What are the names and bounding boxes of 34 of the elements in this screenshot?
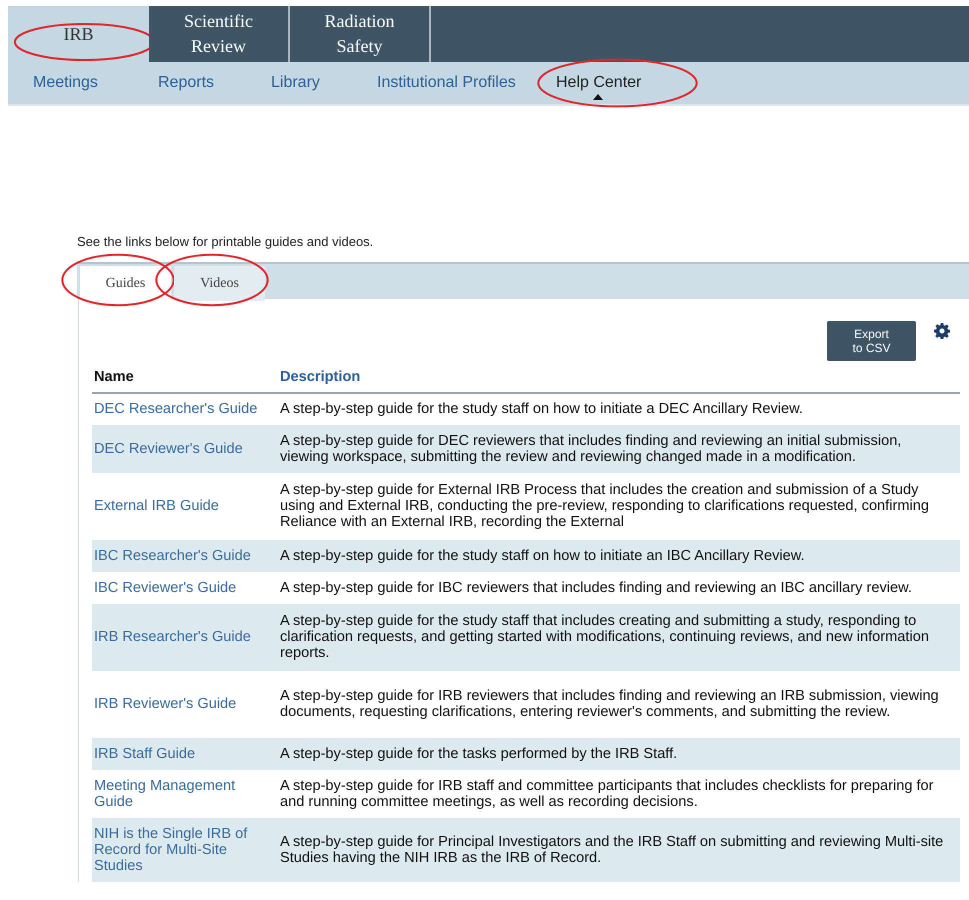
description-cell: A step-by-step guide for the tasks performed by the IRB Staff. (280, 738, 960, 770)
export-button[interactable]: Export to CSV (827, 320, 916, 360)
description-cell: A step-by-step guide for Principal Investigators and the IRB Staff on submitting and reviewing Multi-site Studies having the NIH IRB as the IRB of Record. (280, 818, 960, 882)
nav-link[interactable]: Meetings (33, 71, 98, 95)
description-cell: A step-by-step guide for the study staff on how to initiate an IBC Ancillary Review. (280, 540, 960, 572)
guide-link[interactable]: IBC Reviewer's Guide (92, 572, 280, 604)
guide-link[interactable]: IRB Staff Guide (92, 738, 280, 770)
module-tab[interactable]: Scientific Review (149, 6, 290, 62)
description-cell: A step-by-step guide for External IRB Process that includes the creation and submission of a Study using and External IRB, conducting the pre-review, responding to clarifications requested, confirming Reliance with an External IRB, recording the External (280, 472, 960, 540)
current-page-indicator (593, 94, 603, 100)
description-cell: A step-by-step guide for IRB reviewers that includes finding and reviewing an IRB submission, viewing documents, requesting clarifications, entering reviewer's comments, and submitting the review. (280, 670, 960, 738)
nav-link[interactable]: Library (271, 71, 320, 95)
description-cell: A step-by-step guide for the study staff that includes creating and submitting a study, responding to clarification requests, and getting started with modifications, continuing reviews, and new information reports. (280, 604, 960, 670)
description-cell: A step-by-step guide for IBC reviewers that includes finding and reviewing an IBC ancillary review. (280, 572, 960, 604)
guide-link[interactable]: NIH is the Single IRB of Record for Multi-Site Studies (92, 818, 280, 882)
description-cell: A step-by-step guide for the study staff on how to initiate a DEC Ancillary Review. (280, 392, 960, 424)
guide-link[interactable]: Meeting Management Guide (92, 770, 280, 818)
description-cell: A step-by-step guide for IRB staff and committee participants that includes checklists for preparing for and running committee meetings, as well as recording decisions. (280, 770, 960, 818)
column-header[interactable]: Description (280, 360, 960, 392)
nav-link[interactable]: Institutional Profiles (377, 71, 516, 95)
guide-link[interactable]: IRB Researcher's Guide (92, 604, 280, 670)
description-cell: A step-by-step guide for DEC reviewers that includes finding and reviewing an initial submission, viewing workspace, submitting the review and reviewing changed made in a modification. (280, 424, 960, 472)
guide-link[interactable]: External IRB Guide (92, 472, 280, 540)
guide-link[interactable]: IBC Researcher's Guide (92, 540, 280, 572)
guide-link[interactable]: IRB Reviewer's Guide (92, 670, 280, 738)
module-tab[interactable]: IRB (8, 6, 149, 62)
column-header: Name (92, 360, 280, 392)
tab[interactable]: Guides (80, 266, 171, 300)
guide-link[interactable]: DEC Reviewer's Guide (92, 424, 280, 472)
nav-link[interactable]: Reports (158, 71, 214, 95)
intro-text: See the links below for printable guides and videos. (77, 233, 374, 251)
settings-icon[interactable] (934, 322, 950, 338)
guide-link[interactable]: DEC Researcher's Guide (92, 392, 280, 424)
tab[interactable]: Videos (174, 266, 265, 300)
